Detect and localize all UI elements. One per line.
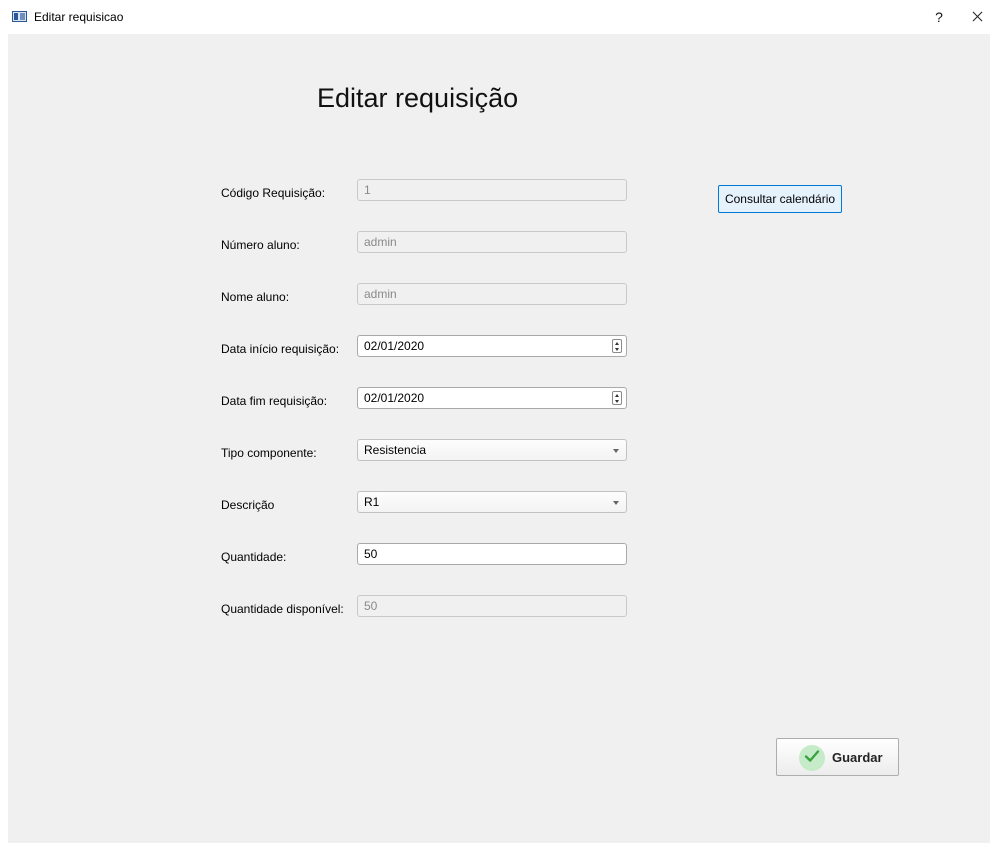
nome-aluno-value: admin: [364, 287, 397, 301]
guardar-button[interactable]: Guardar: [776, 738, 899, 776]
data-inicio-date-input[interactable]: 02/01/2020: [357, 335, 627, 357]
quantidade-disponivel-field[interactable]: 50: [357, 595, 627, 617]
window-title: Editar requisicao: [34, 10, 124, 24]
quantidade-label: Quantidade:: [221, 550, 287, 564]
app-window-icon: [12, 11, 27, 22]
data-inicio-label: Data início requisição:: [221, 342, 340, 356]
check-icon: [799, 745, 825, 771]
nome-aluno-label: Nome aluno:: [221, 290, 290, 304]
consultar-calendario-button[interactable]: Consultar calendário: [718, 185, 842, 213]
page-title: Editar requisição: [317, 83, 519, 113]
quantidade-input[interactable]: 50: [357, 543, 627, 565]
close-button[interactable]: [962, 4, 992, 30]
nome-aluno-field[interactable]: admin: [357, 283, 627, 305]
quantidade-disponivel-label: Quantidade disponível:: [221, 602, 344, 616]
help-button[interactable]: ?: [926, 4, 952, 30]
chevron-down-icon: [613, 449, 619, 453]
data-inicio-value: 02/01/2020: [364, 339, 425, 353]
tipo-componente-select[interactable]: Resistencia: [357, 439, 627, 461]
data-fim-value: 02/01/2020: [364, 391, 425, 405]
tipo-componente-value: Resistencia: [364, 443, 427, 457]
check-mark-icon: [804, 750, 820, 762]
descricao-value: R1: [364, 495, 380, 509]
data-fim-date-input[interactable]: 02/01/2020: [357, 387, 627, 409]
numero-aluno-label: Número aluno:: [221, 238, 300, 252]
quantidade-disponivel-value: 50: [364, 599, 378, 613]
guardar-label: Guardar: [832, 750, 883, 765]
numero-aluno-field[interactable]: admin: [357, 231, 627, 253]
data-fim-label: Data fim requisição:: [221, 394, 328, 408]
codigo-field[interactable]: 1: [357, 179, 627, 201]
descricao-select[interactable]: R1: [357, 491, 627, 513]
descricao-label: Descrição: [221, 498, 275, 512]
tipo-componente-label: Tipo componente:: [221, 446, 317, 460]
data-inicio-spinner-icon[interactable]: [612, 339, 622, 353]
codigo-label: Código Requisição:: [221, 186, 326, 200]
quantidade-value: 50: [364, 547, 378, 561]
chevron-down-icon: [613, 501, 619, 505]
title-bar: Editar requisicao ?: [0, 0, 998, 34]
numero-aluno-value: admin: [364, 235, 397, 249]
data-fim-spinner-icon[interactable]: [612, 391, 622, 405]
codigo-value: 1: [364, 183, 371, 197]
